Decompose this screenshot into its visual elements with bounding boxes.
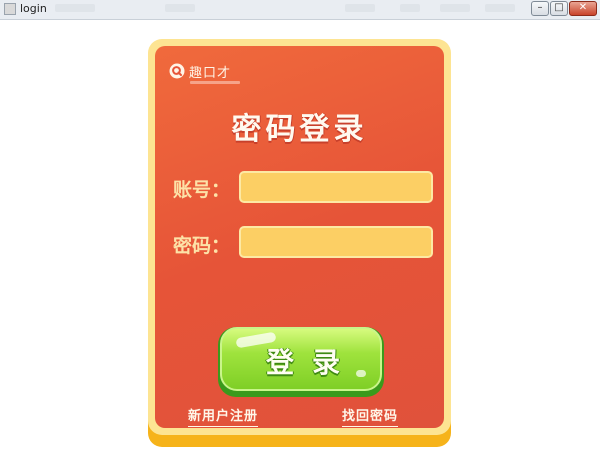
password-input[interactable]: [241, 228, 431, 256]
brand-name: 趣口才: [189, 66, 232, 81]
login-button[interactable]: 登录: [218, 327, 384, 397]
titlebar-ghost-text: [345, 4, 375, 12]
q-logo-icon: [169, 63, 185, 79]
titlebar-ghost-text: [400, 4, 420, 12]
register-link[interactable]: 新用户注册: [188, 405, 259, 427]
password-label: 密码：: [173, 235, 231, 257]
titlebar-ghost-text: [55, 4, 95, 12]
forgot-password-link[interactable]: 找回密码: [342, 405, 399, 427]
brand-logo: 趣口才: [169, 62, 289, 88]
brand-tagline: [190, 81, 240, 84]
account-input[interactable]: [241, 173, 431, 201]
login-card: 趣口才 密码登录 账号： 密码： 登录 新用户注册 找回密码: [148, 39, 451, 435]
close-button[interactable]: ✕: [569, 1, 597, 16]
maximize-button[interactable]: □: [550, 1, 568, 16]
titlebar-ghost-text: [440, 4, 470, 12]
password-field[interactable]: [239, 226, 433, 258]
login-card-panel: 趣口才 密码登录 账号： 密码： 登录 新用户注册 找回密码: [155, 46, 444, 428]
titlebar-ghost-text: [485, 4, 515, 12]
window-title: login: [20, 2, 47, 15]
minimize-button[interactable]: –: [531, 1, 549, 16]
app-icon: [4, 3, 16, 15]
login-button-label[interactable]: 登录: [222, 341, 384, 381]
account-label: 账号：: [173, 179, 231, 201]
titlebar-ghost-text: [165, 4, 195, 12]
account-field[interactable]: [239, 171, 433, 203]
login-button-face[interactable]: 登录: [220, 327, 382, 391]
window-titlebar: login – □ ✕: [0, 0, 600, 20]
page-title: 密码登录: [231, 112, 368, 147]
